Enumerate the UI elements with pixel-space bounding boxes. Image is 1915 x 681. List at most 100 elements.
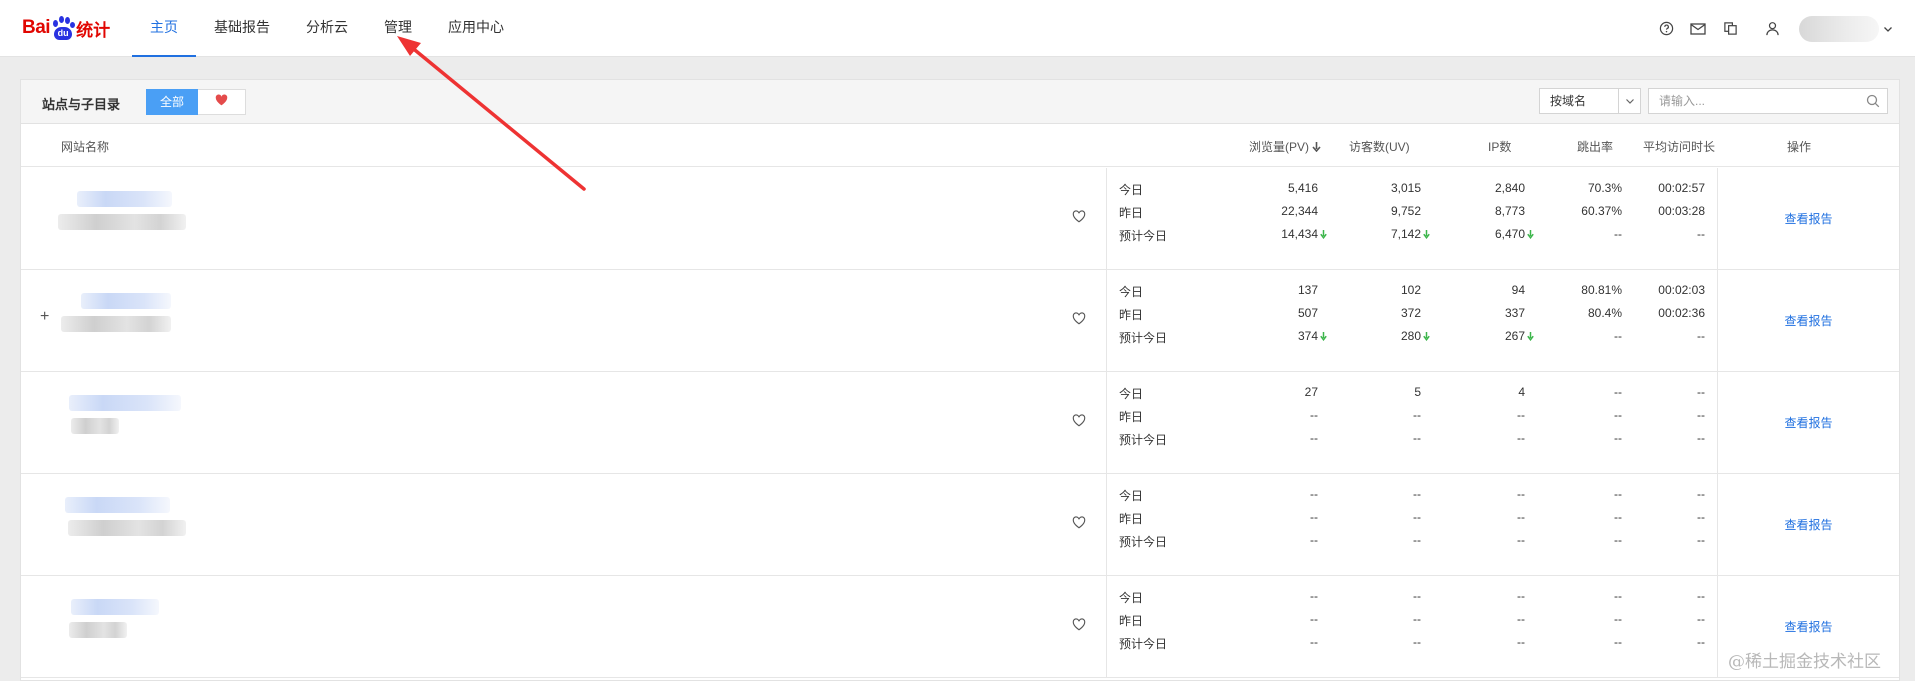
stats-cell: 今日 5,416 3,015 2,840 70.3% 00:02:57 昨日 22,344 9,… (1106, 168, 1718, 269)
search-input[interactable] (1649, 90, 1859, 112)
site-domain-blurred (61, 316, 171, 332)
nav-item-app-center[interactable]: 应用中心 (430, 0, 522, 57)
metric-value: -- (1310, 510, 1318, 524)
view-report-link[interactable]: 查看报告 (1718, 618, 1899, 635)
site-name-blurred[interactable] (77, 191, 172, 207)
logo-bai-text: Bai (22, 17, 51, 38)
metric-uv: 3,015 (1391, 181, 1421, 195)
help-icon[interactable] (1657, 20, 1675, 38)
nav-item-home[interactable]: 主页 (132, 0, 196, 57)
favorite-heart-icon[interactable] (1072, 210, 1088, 226)
metric-value: 280 (1400, 329, 1421, 343)
site-domain-blurred (71, 418, 119, 434)
stats-line: 今日 137 102 94 80.81% 00:02:03 (1107, 281, 1719, 299)
col-ip[interactable]: IP数 (1488, 138, 1511, 155)
metric-value: -- (1614, 227, 1622, 241)
favorite-heart-icon[interactable] (1072, 618, 1088, 634)
user-icon[interactable] (1763, 20, 1781, 38)
period-label: 今日 (1119, 183, 1144, 197)
nav-item-manage[interactable]: 管理 (366, 0, 430, 57)
metric-value: 6,470 (1494, 227, 1525, 241)
metric-avg: -- (1697, 329, 1705, 343)
period-label: 预计今日 (1119, 535, 1168, 549)
chevron-down-icon[interactable] (1879, 20, 1897, 38)
metric-bounce: -- (1614, 431, 1622, 445)
metric-ip: 94 (1512, 283, 1525, 297)
baidu-tongji-logo[interactable]: Bai du 统计 (22, 14, 110, 42)
search-box (1648, 88, 1888, 114)
main-nav: 主页 基础报告 分析云 管理 应用中心 (132, 0, 522, 57)
metric-value: -- (1614, 385, 1622, 399)
metric-value: -- (1413, 635, 1421, 649)
metric-value: -- (1614, 510, 1622, 524)
metric-avg: -- (1697, 510, 1705, 524)
metric-ip: -- (1517, 589, 1525, 603)
metric-value: 267 (1504, 329, 1525, 343)
metric-bounce: -- (1614, 227, 1622, 241)
metric-value: 00:03:28 (1658, 204, 1705, 218)
view-report-link[interactable]: 查看报告 (1718, 210, 1899, 227)
metric-value: -- (1413, 487, 1421, 501)
site-name-blurred[interactable] (65, 497, 170, 513)
site-rows: 今日 5,416 3,015 2,840 70.3% 00:02:57 昨日 22,344 9,… (21, 168, 1899, 680)
view-report-link[interactable]: 查看报告 (1718, 312, 1899, 329)
metric-value: -- (1697, 408, 1705, 422)
metric-value: 27 (1304, 385, 1318, 399)
favorite-heart-icon[interactable] (1072, 516, 1088, 532)
metric-value: -- (1310, 589, 1318, 603)
view-report-link[interactable]: 查看报告 (1718, 516, 1899, 533)
view-report-link[interactable]: 查看报告 (1718, 414, 1899, 431)
mail-icon[interactable] (1689, 20, 1707, 38)
metric-value: -- (1697, 385, 1705, 399)
filter-favorites-button[interactable] (198, 89, 247, 115)
copy-icon[interactable] (1721, 20, 1739, 38)
favorite-heart-icon[interactable] (1072, 312, 1088, 328)
metric-value: -- (1697, 227, 1705, 241)
stats-line: 今日 -- -- -- -- -- (1107, 587, 1719, 605)
metric-value: -- (1517, 431, 1525, 445)
metric-value: -- (1614, 408, 1622, 422)
metric-value: 60.37% (1581, 204, 1622, 218)
metric-ip: 337 (1505, 306, 1525, 320)
search-icon[interactable] (1859, 94, 1887, 108)
stats-cell: 今日 27 5 4 -- -- 昨日 -- -- -- -- -- 预计今日 -- -- -- -- -- (1106, 372, 1718, 473)
period-label: 预计今日 (1119, 229, 1168, 243)
expand-row-button[interactable]: + (40, 308, 49, 326)
domain-select[interactable]: 按域名 (1539, 88, 1641, 114)
metric-value: -- (1614, 612, 1622, 626)
filter-all-button[interactable]: 全部 (146, 89, 199, 115)
metric-value: -- (1310, 431, 1318, 445)
metric-pv: -- (1310, 612, 1318, 626)
favorite-heart-icon[interactable] (1072, 414, 1088, 430)
metric-value: -- (1697, 510, 1705, 524)
col-avg-time[interactable]: 平均访问时长 (1643, 138, 1715, 155)
metric-avg: 00:03:28 (1658, 204, 1705, 218)
metric-pv: -- (1310, 408, 1318, 422)
metric-value: 70.3% (1587, 181, 1622, 195)
metric-avg: -- (1697, 487, 1705, 501)
metric-ip: -- (1517, 487, 1525, 501)
metric-value: -- (1310, 487, 1318, 501)
trend-down-icon (1423, 331, 1430, 343)
stats-cell: 今日 137 102 94 80.81% 00:02:03 昨日 507 372 337 80.4%… (1106, 270, 1718, 371)
metric-uv: -- (1413, 431, 1421, 445)
nav-item-basic-report[interactable]: 基础报告 (196, 0, 288, 57)
trend-down-icon (1320, 331, 1327, 343)
nav-item-analysis-cloud[interactable]: 分析云 (288, 0, 366, 57)
site-name-blurred[interactable] (81, 293, 171, 309)
metric-value: 14,434 (1281, 227, 1318, 241)
col-pv[interactable]: 浏览量(PV) (1249, 138, 1321, 155)
username-blurred[interactable] (1799, 15, 1879, 42)
metric-avg: -- (1697, 635, 1705, 649)
site-name-blurred[interactable] (69, 395, 181, 411)
col-uv[interactable]: 访客数(UV) (1349, 138, 1410, 155)
metric-bounce: -- (1614, 385, 1622, 399)
metric-value: -- (1413, 612, 1421, 626)
topbar-actions (1657, 0, 1897, 57)
col-bounce[interactable]: 跳出率 (1577, 138, 1613, 155)
site-name-blurred[interactable] (71, 599, 159, 615)
metric-pv: 507 (1298, 306, 1318, 320)
period-label: 昨日 (1119, 512, 1144, 526)
metric-pv: 137 (1298, 283, 1318, 297)
metric-pv: -- (1310, 533, 1318, 547)
